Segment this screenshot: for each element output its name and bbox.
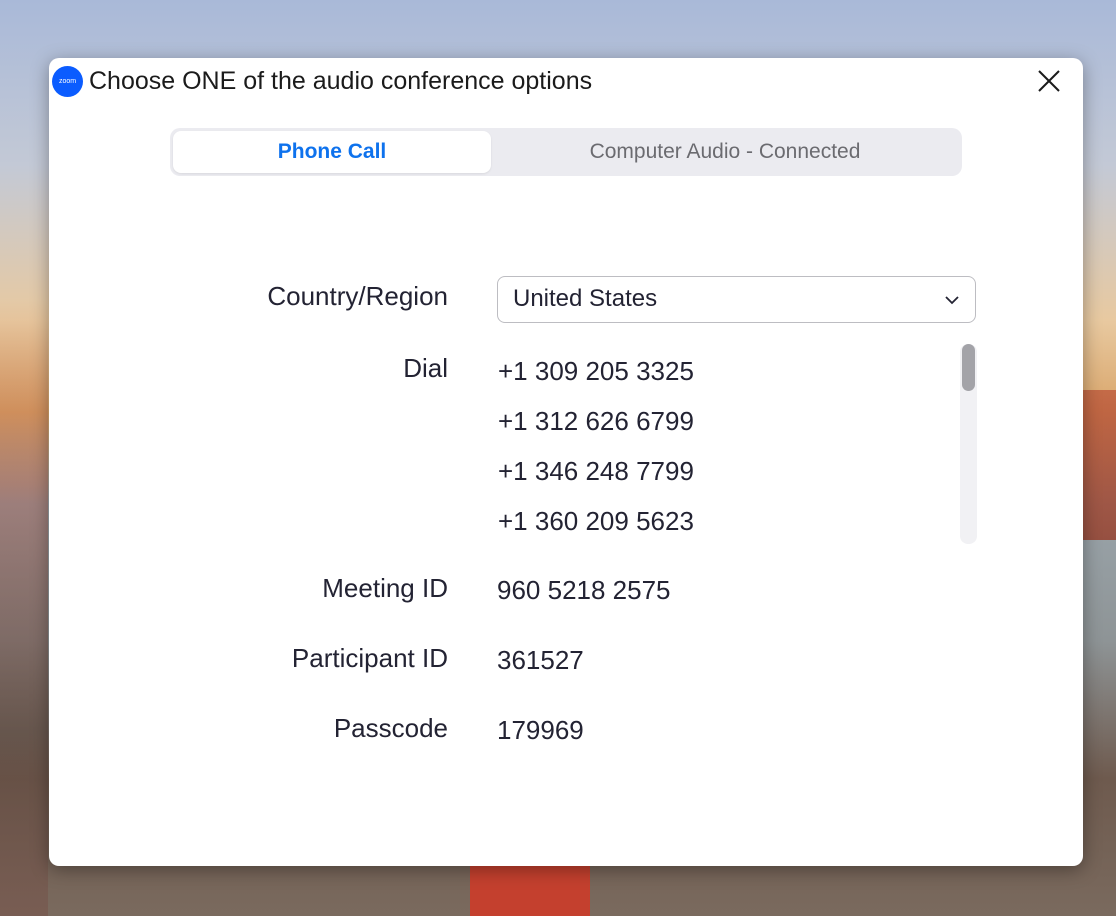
audio-mode-tabs: Phone Call Computer Audio - Connected [170, 128, 962, 176]
dial-list-scrollbar[interactable] [960, 344, 977, 544]
participant-id-label: Participant ID [291, 643, 448, 673]
wallpaper-bottom [470, 866, 590, 916]
passcode-value: 179969 [497, 715, 584, 745]
meeting-id-value: 960 5218 2575 [497, 575, 671, 605]
tab-computer-audio[interactable]: Computer Audio - Connected [491, 131, 959, 173]
dial-number[interactable]: +1 346 248 7799 [498, 456, 694, 487]
dial-number[interactable]: +1 360 209 5623 [498, 506, 694, 537]
dial-number[interactable]: +1 309 205 3325 [498, 356, 694, 387]
dialog-title: Choose ONE of the audio conference optio… [89, 67, 593, 95]
country-region-label: Country/Region [267, 281, 448, 311]
tab-phone-call[interactable]: Phone Call [173, 131, 491, 173]
wallpaper-left [0, 300, 48, 916]
participant-id-value: 361527 [497, 645, 584, 675]
dial-label: Dial [403, 353, 448, 383]
title-bar: zoom Choose ONE of the audio conference … [49, 58, 1083, 104]
passcode-label: Passcode [333, 713, 448, 743]
audio-options-dialog: zoom Choose ONE of the audio conference … [49, 58, 1083, 866]
close-button[interactable] [1031, 63, 1067, 99]
close-icon [1038, 70, 1060, 92]
meeting-id-label: Meeting ID [322, 573, 448, 603]
dial-number[interactable]: +1 312 626 6799 [498, 406, 694, 437]
country-region-select[interactable]: United States [497, 276, 976, 323]
scrollbar-thumb[interactable] [962, 344, 975, 391]
chevron-down-icon [945, 296, 959, 305]
zoom-app-icon: zoom [52, 66, 83, 97]
wallpaper-right [1082, 390, 1116, 540]
country-region-value: United States [513, 285, 658, 312]
dial-number-list[interactable]: +1 309 205 3325 +1 312 626 6799 +1 346 2… [497, 344, 977, 544]
